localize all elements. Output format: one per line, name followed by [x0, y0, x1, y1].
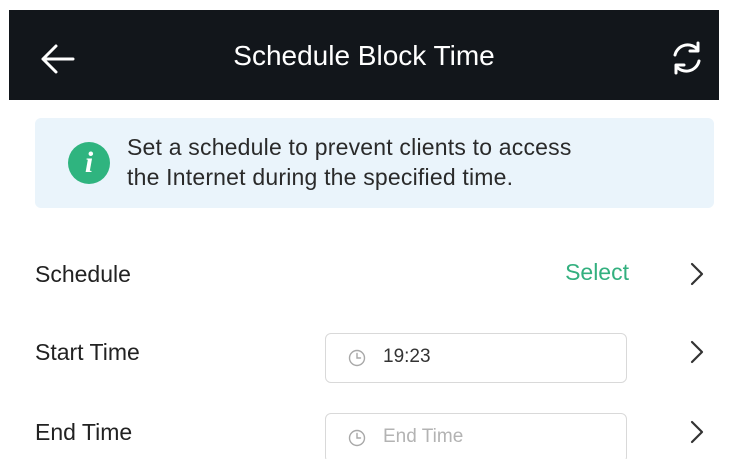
chevron-right-icon[interactable]: [686, 259, 708, 289]
start-time-label: Start Time: [35, 339, 140, 365]
info-text-line-1: Set a schedule to prevent clients to acc…: [127, 134, 572, 160]
info-text-line-2: the Internet during the specified time.: [127, 164, 514, 190]
end-time-field[interactable]: End Time: [325, 413, 627, 459]
refresh-icon[interactable]: [667, 38, 707, 78]
header-bar: Schedule Block Time: [9, 10, 719, 100]
chevron-right-icon[interactable]: [686, 417, 708, 447]
schedule-block-time-screen: Schedule Block Time i Set a schedule to …: [0, 0, 729, 459]
schedule-label: Schedule: [35, 261, 131, 287]
info-banner: i Set a schedule to prevent clients to a…: [35, 118, 714, 208]
info-text: Set a schedule to prevent clients to acc…: [127, 132, 687, 192]
end-time-label: End Time: [35, 419, 133, 445]
info-icon: i: [68, 142, 110, 184]
clock-icon: [348, 349, 366, 367]
end-time-placeholder: End Time: [383, 426, 464, 447]
start-time-field[interactable]: 19:23: [325, 333, 627, 383]
schedule-select-link[interactable]: Select: [533, 258, 629, 286]
chevron-right-icon[interactable]: [686, 337, 708, 367]
start-time-value: 19:23: [383, 346, 431, 367]
page-title: Schedule Block Time: [233, 40, 495, 71]
clock-icon: [348, 429, 366, 447]
